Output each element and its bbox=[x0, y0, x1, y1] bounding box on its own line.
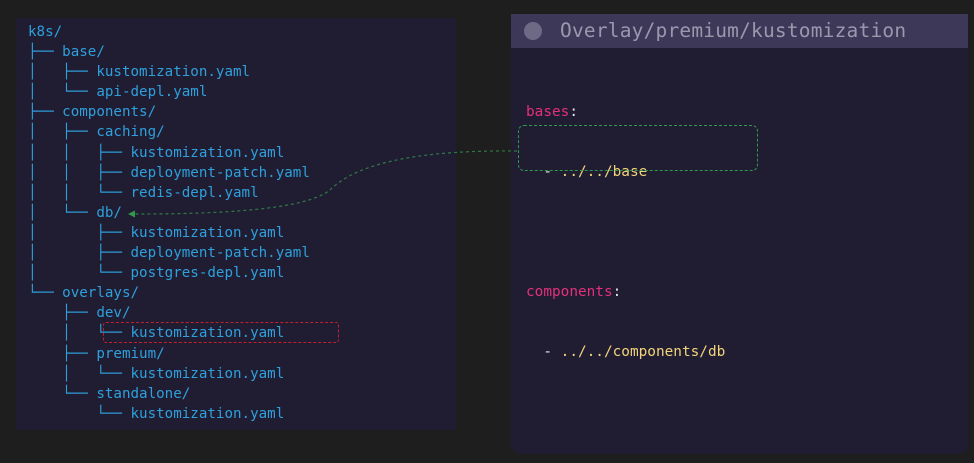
tree-row: │ └── db/ bbox=[28, 203, 310, 223]
tree-folder-name[interactable]: caching/ bbox=[96, 124, 164, 140]
yaml-dash: - bbox=[543, 344, 561, 360]
tree-branch-icon: ├── bbox=[28, 305, 97, 322]
tree-file-name[interactable]: deployment-patch.yaml bbox=[131, 245, 310, 261]
tree-file-name[interactable]: redis-depl.yaml bbox=[131, 185, 259, 201]
tree-file-name[interactable]: postgres-depl.yaml bbox=[131, 265, 285, 281]
tree-row: ├── dev/ bbox=[28, 303, 310, 323]
tree-branch-icon: │ ├── bbox=[28, 245, 131, 262]
tree-row: │ ├── caching/ bbox=[28, 122, 310, 142]
tree-folder-name[interactable]: k8s/ bbox=[28, 24, 62, 40]
tree-branch-icon: │ │ └── bbox=[28, 184, 131, 201]
tree-row: │ ├── kustomization.yaml bbox=[28, 62, 310, 82]
tree-row: ├── components/ bbox=[28, 102, 310, 122]
tree-row: │ └── api-depl.yaml bbox=[28, 82, 310, 102]
tree-row: │ │ ├── kustomization.yaml bbox=[28, 143, 310, 163]
tree-folder-name[interactable]: standalone/ bbox=[96, 386, 190, 402]
tree-file-name[interactable]: api-depl.yaml bbox=[96, 84, 207, 100]
tree-folder-name[interactable]: overlays/ bbox=[62, 285, 139, 301]
yaml-bases-line: bases: bbox=[526, 102, 725, 122]
yaml-panel-header: Overlay/premium/kustomization bbox=[511, 14, 968, 48]
tree-folder-name[interactable]: dev/ bbox=[96, 305, 130, 321]
tree-row: │ └── kustomization.yaml bbox=[28, 364, 310, 384]
tree-branch-icon: │ └── bbox=[28, 84, 97, 101]
dev-kustomization-highlight bbox=[103, 322, 339, 343]
tree-folder-name[interactable]: db/ bbox=[96, 205, 122, 221]
tree-row: k8s/ bbox=[28, 22, 310, 42]
tree-branch-icon: ├── bbox=[28, 44, 63, 61]
tree-branch-icon: │ ├── bbox=[28, 224, 131, 241]
tree-row: │ │ ├── deployment-patch.yaml bbox=[28, 163, 310, 183]
yaml-components-line: components: bbox=[526, 282, 725, 302]
tree-row: └── standalone/ bbox=[28, 384, 310, 404]
tree-folder-name[interactable]: premium/ bbox=[96, 346, 164, 362]
yaml-key-components: components bbox=[526, 284, 613, 300]
tree-row: ├── base/ bbox=[28, 42, 310, 62]
tree-row: ├── premium/ bbox=[28, 344, 310, 364]
tree-row: └── overlays/ bbox=[28, 283, 310, 303]
tree-file-name[interactable]: deployment-patch.yaml bbox=[131, 165, 310, 181]
tree-branch-icon: │ │ ├── bbox=[28, 144, 131, 161]
tree-branch-icon: │ └── bbox=[28, 265, 131, 282]
tree-branch-icon: ├── bbox=[28, 104, 63, 121]
tree-file-name[interactable]: kustomization.yaml bbox=[131, 225, 285, 241]
tree-row: │ │ └── redis-depl.yaml bbox=[28, 183, 310, 203]
tree-branch-icon: └── bbox=[28, 405, 131, 422]
tree-branch-icon: ├── bbox=[28, 345, 97, 362]
tree-row: │ └── postgres-depl.yaml bbox=[28, 263, 310, 283]
tree-branch-icon: │ ├── bbox=[28, 64, 97, 81]
tree-file-name[interactable]: kustomization.yaml bbox=[131, 406, 285, 422]
yaml-components-value: ../../components/db bbox=[560, 344, 726, 360]
window-dot-icon bbox=[524, 22, 542, 40]
tree-file-name[interactable]: kustomization.yaml bbox=[131, 145, 285, 161]
yaml-colon: : bbox=[612, 284, 622, 300]
yaml-components-item-line: - ../../components/db bbox=[526, 342, 725, 362]
file-tree-panel: k8s/├── base/│ ├── kustomization.yaml │ └… bbox=[16, 18, 456, 430]
tree-branch-icon: │ │ ├── bbox=[28, 164, 131, 181]
yaml-panel-title: Overlay/premium/kustomization bbox=[560, 19, 907, 42]
tree-branch-icon: │ ├── bbox=[28, 124, 97, 141]
tree-folder-name[interactable]: components/ bbox=[62, 104, 156, 120]
file-tree: k8s/├── base/│ ├── kustomization.yaml │ └… bbox=[28, 22, 310, 424]
tree-row: │ ├── deployment-patch.yaml bbox=[28, 243, 310, 263]
tree-row: └── kustomization.yaml bbox=[28, 404, 310, 424]
tree-file-name[interactable]: kustomization.yaml bbox=[131, 366, 285, 382]
yaml-colon: : bbox=[569, 104, 578, 120]
tree-row: │ ├── kustomization.yaml bbox=[28, 223, 310, 243]
tree-branch-icon: └── bbox=[28, 385, 97, 402]
tree-file-name[interactable]: kustomization.yaml bbox=[96, 64, 250, 80]
tree-folder-name[interactable]: base/ bbox=[62, 44, 105, 60]
components-highlight bbox=[518, 125, 758, 171]
tree-branch-icon: │ └── bbox=[28, 365, 131, 382]
yaml-content: bases: - ../../base components: - ../../… bbox=[526, 62, 725, 402]
tree-branch-icon: └── bbox=[28, 285, 63, 302]
tree-branch-icon: │ └── bbox=[28, 204, 97, 221]
yaml-blank-line bbox=[526, 222, 725, 242]
yaml-panel: Overlay/premium/kustomization bases: - .… bbox=[511, 14, 968, 454]
yaml-key-bases: bases bbox=[526, 104, 570, 120]
